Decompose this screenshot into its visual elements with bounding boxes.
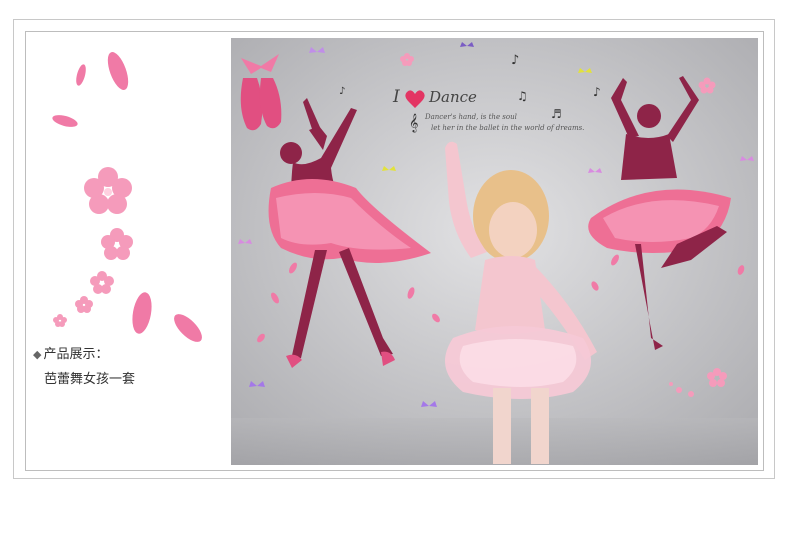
falling-petal-icon [174,314,202,342]
flower-icon [101,228,133,260]
flower-icon [84,167,132,214]
wall-quote-line1: Dancer's hand, is the soul [424,113,517,121]
music-note-icon: ♪ [511,53,519,68]
flower-icon [90,271,114,294]
product-photo: I Dance Dancer's hand, is the soul let h… [231,38,758,465]
product-display-text: 产品展示： [43,347,109,362]
music-note-icon: ♬ [551,107,562,121]
product-display-label: ◆ 产品展示： [33,343,108,362]
product-name: 芭蕾舞女孩一套 [44,372,136,387]
music-note-icon: ♫ [517,89,528,103]
falling-petal-icon [107,52,129,90]
wall-title-i: I [392,87,400,107]
falling-petal-icon [132,292,152,334]
music-note-icon: ♪ [593,85,601,99]
wall-quote-line2: let her in the ballet in the world of dr… [431,124,584,132]
diamond-icon: ◆ [33,348,42,361]
falling-petal-icon [52,115,78,127]
flower-icon [53,314,67,327]
falling-petal-icon [76,64,86,86]
music-note-icon: ♪ [339,86,345,97]
wall-title-dance: Dance [428,88,477,106]
flower-icon [75,296,93,313]
petal-decoration [52,52,202,342]
treble-clef-icon: 𝄞 [409,113,418,133]
